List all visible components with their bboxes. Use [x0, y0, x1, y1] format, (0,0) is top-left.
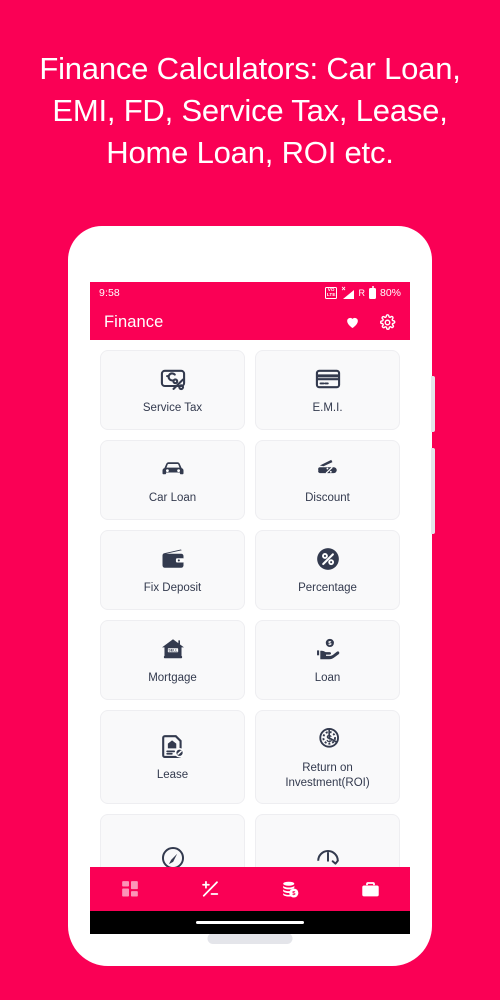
calculator-grid-container[interactable]: Service Tax E.M.I. Car Loan Discount Fix…	[90, 340, 410, 934]
card-return-on-investment[interactable]: $ Return on Investment(ROI)	[255, 710, 400, 804]
svg-text:$: $	[326, 733, 332, 744]
document-house-pencil-icon	[159, 731, 187, 761]
bottom-speaker-grille	[207, 933, 293, 944]
bottom-navigation: $	[90, 867, 410, 911]
card-label: Mortgage	[148, 672, 197, 684]
car-icon	[159, 454, 187, 484]
card-mortgage[interactable]: SELL Mortgage	[100, 620, 245, 700]
volte-bottom-label: LTE	[326, 292, 336, 297]
card-label: Service Tax	[142, 402, 203, 414]
plus-minus-icon	[199, 878, 221, 900]
receipt-percent-icon	[159, 364, 187, 394]
card-lease[interactable]: Lease	[100, 710, 245, 804]
roaming-indicator: R	[358, 288, 365, 298]
battery-percent-label: 80%	[379, 287, 401, 299]
briefcase-icon	[360, 879, 381, 900]
card-emi[interactable]: E.M.I.	[255, 350, 400, 430]
heart-icon[interactable]	[344, 314, 361, 330]
coins-dollar-icon: $	[280, 879, 301, 900]
page-title: Finance	[104, 312, 164, 331]
signal-x-label: ×	[341, 285, 346, 293]
card-car-loan[interactable]: Car Loan	[100, 440, 245, 520]
power-button[interactable]	[431, 376, 435, 432]
app-bar-actions	[344, 313, 396, 331]
card-service-tax[interactable]: Service Tax	[100, 350, 245, 430]
home-indicator[interactable]	[196, 921, 304, 924]
promo-headline: Finance Calculators: Car Loan, EMI, FD, …	[0, 48, 500, 174]
card-label: E.M.I.	[312, 402, 343, 414]
phone-mockup: 9:58 VO LTE × R 80% Finance Service Tax …	[68, 226, 435, 966]
hand-coin-icon: $	[314, 634, 342, 664]
svg-text:SELL: SELL	[168, 648, 178, 652]
card-label: Fix Deposit	[143, 582, 202, 594]
grid-dashboard-icon	[120, 879, 140, 899]
card-loan[interactable]: $ Loan	[255, 620, 400, 700]
card-percentage[interactable]: Percentage	[255, 530, 400, 610]
gesture-nav-bar	[90, 911, 410, 934]
promo-line-1: Finance Calculators: Car Loan,	[39, 51, 461, 86]
card-label: Loan	[314, 672, 341, 684]
nav-item-business[interactable]	[345, 869, 395, 909]
volte-icon: VO LTE	[324, 286, 338, 300]
promo-line-3: Home Loan, ROI etc.	[106, 135, 394, 170]
battery-icon	[368, 285, 376, 299]
card-discount[interactable]: Discount	[255, 440, 400, 520]
calculator-grid: Service Tax E.M.I. Car Loan Discount Fix…	[100, 350, 400, 908]
gear-icon[interactable]	[379, 313, 396, 331]
volume-button[interactable]	[431, 448, 435, 534]
card-label: Lease	[156, 769, 189, 781]
card-label: Return on Investment(ROI)	[285, 761, 370, 789]
discount-tag-icon	[314, 454, 342, 484]
credit-card-icon	[314, 364, 342, 394]
wallet-icon	[159, 544, 187, 574]
phone-screen: 9:58 VO LTE × R 80% Finance Service Tax …	[90, 282, 410, 934]
status-bar: 9:58 VO LTE × R 80%	[90, 282, 410, 304]
status-time: 9:58	[99, 287, 120, 299]
dollar-pie-chart-icon: $	[314, 724, 342, 754]
card-label: Car Loan	[148, 492, 197, 504]
card-label: Discount	[305, 492, 350, 504]
app-bar: Finance	[90, 304, 410, 340]
nav-item-calculator[interactable]	[185, 869, 235, 909]
promo-line-2: EMI, FD, Service Tax, Lease,	[52, 93, 448, 128]
status-indicators: VO LTE × R 80%	[324, 285, 401, 300]
nav-item-currency[interactable]: $	[265, 869, 315, 909]
percent-circle-icon	[314, 544, 342, 574]
card-fix-deposit[interactable]: Fix Deposit	[100, 530, 245, 610]
card-label: Percentage	[298, 582, 357, 594]
house-sell-icon: SELL	[159, 634, 187, 664]
nav-item-dashboard[interactable]	[105, 869, 155, 909]
signal-bars-icon: ×	[341, 285, 355, 299]
